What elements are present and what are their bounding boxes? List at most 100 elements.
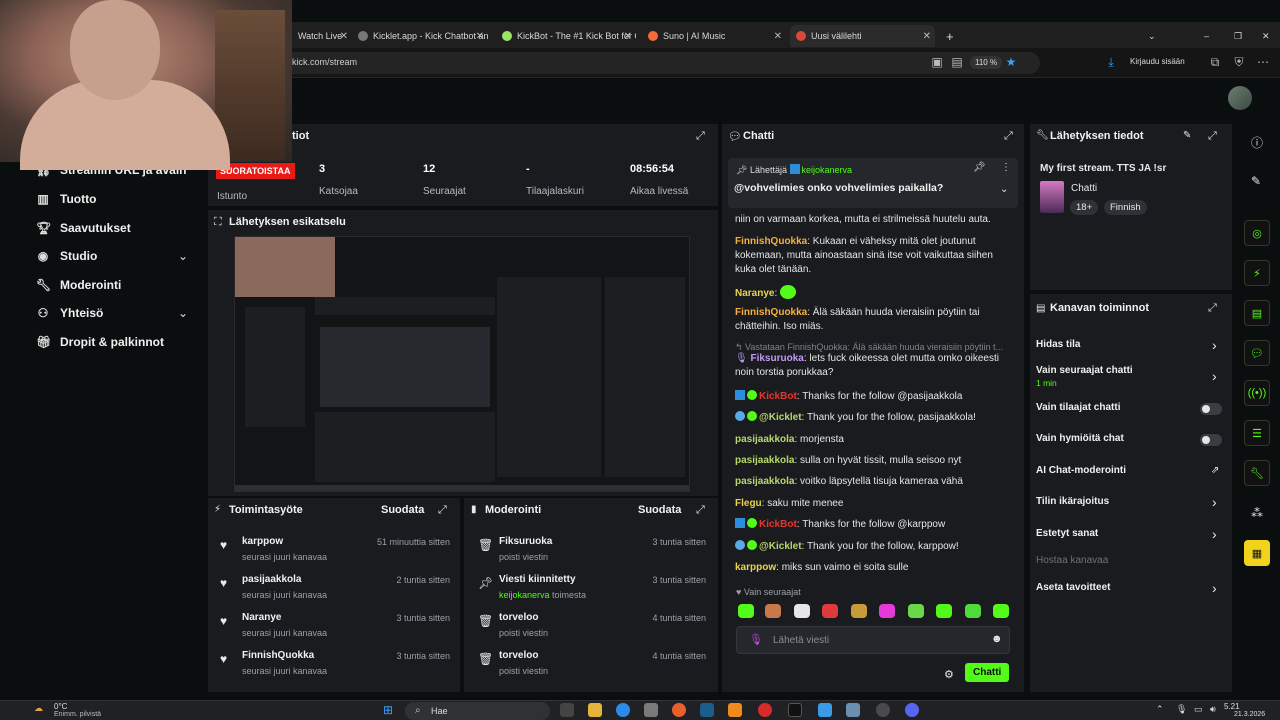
nav-moderation[interactable]: 🔧︎ Moderointi [36, 278, 121, 292]
unpin-icon[interactable]: 📌︎ [973, 162, 986, 173]
chevron-right-icon[interactable]: › [1212, 526, 1217, 542]
discord-icon[interactable] [905, 703, 919, 717]
emote-icon[interactable] [765, 604, 781, 618]
close-icon[interactable]: ✕ [774, 31, 782, 42]
opera-icon[interactable] [758, 703, 772, 717]
microphone-icon[interactable]: 🎙︎ [749, 633, 763, 646]
close-icon[interactable]: ✕ [624, 31, 632, 42]
chevron-down-icon[interactable]: ⌄ [1000, 184, 1008, 195]
store-icon[interactable] [644, 703, 658, 717]
emote-icon[interactable] [879, 604, 895, 618]
gear-icon[interactable]: ⚙ [944, 668, 954, 681]
set-goals-item[interactable]: Aseta tavoitteet [1036, 582, 1110, 593]
screenshot-icon[interactable]: ▣ [930, 55, 944, 69]
new-tab-button[interactable]: + [940, 25, 960, 47]
activity-user[interactable]: FinnishQuokka [242, 650, 314, 661]
bolt-icon[interactable]: ⚡︎ [1244, 260, 1270, 286]
clock-time[interactable]: 5.21 [1224, 702, 1240, 711]
subscribers-only-toggle[interactable] [1200, 403, 1222, 415]
list-icon[interactable]: ☰ [1244, 420, 1270, 446]
nav-studio[interactable]: ◉ Studio [36, 249, 98, 263]
broadcast-icon[interactable]: ((•)) [1244, 380, 1270, 406]
shield-icon[interactable]: ⛨ [1232, 55, 1246, 69]
edge-icon[interactable] [616, 703, 630, 717]
tray-chevron-icon[interactable]: ⌃ [1156, 704, 1164, 715]
extensions-icon[interactable]: ⧉ [1208, 55, 1222, 69]
emote-icon[interactable] [965, 604, 981, 618]
browser-tab[interactable]: Watch Live ✕ [292, 25, 352, 47]
file-explorer-icon[interactable] [588, 703, 602, 717]
moderation-user[interactable]: torveloo [499, 612, 538, 623]
wrench-icon[interactable]: 🔧︎ [1244, 460, 1270, 486]
edit-icon[interactable]: ✎ [1183, 130, 1191, 141]
url-input[interactable] [280, 52, 1040, 74]
document-icon[interactable]: ▤ [1244, 300, 1270, 326]
close-icon[interactable]: ✕ [923, 31, 931, 42]
nav-revenue[interactable]: ▥ Tuotto [36, 192, 96, 206]
edit-icon[interactable]: ✎ [1251, 174, 1261, 188]
nav-drops[interactable]: 🎁︎ Dropit & palkinnot [36, 335, 164, 349]
microphone-icon[interactable]: 🎙︎ [1176, 704, 1187, 715]
paint-icon[interactable] [818, 703, 832, 717]
chevron-right-icon[interactable]: › [1212, 368, 1217, 384]
window-close-icon[interactable]: ✕ [1256, 25, 1272, 47]
emote-icon[interactable] [794, 604, 810, 618]
camera-icon[interactable]: ◎ [1244, 220, 1270, 246]
firefox-icon[interactable] [672, 703, 686, 717]
stream-preview-video[interactable] [234, 236, 690, 492]
vlc-icon[interactable] [728, 703, 742, 717]
user-avatar[interactable] [1228, 86, 1252, 110]
expand-icon[interactable]: ⤢ [1004, 130, 1013, 143]
taskbar-search[interactable]: ⌕ Hae [405, 702, 550, 720]
emote-icon[interactable] [822, 604, 838, 618]
emote-icon[interactable] [993, 604, 1009, 618]
volume-icon[interactable]: 🔊︎ [1210, 704, 1216, 715]
chat-input[interactable]: 🎙︎ Lähetä viesti ☻ [736, 626, 1010, 654]
favorite-star-icon[interactable]: ★ [1004, 55, 1018, 69]
activity-filter[interactable]: Suodata [381, 504, 424, 516]
clips-icon[interactable]: ▦ [1244, 540, 1270, 566]
activity-user[interactable]: Naranye [242, 612, 281, 623]
expand-icon[interactable]: ⤢ [1208, 302, 1217, 315]
download-icon[interactable]: ⤓ [1104, 55, 1118, 69]
tab-list-icon[interactable]: ⌄ [1142, 25, 1158, 47]
maximize-icon[interactable]: ❐ [1228, 25, 1244, 47]
chevron-right-icon[interactable]: › [1212, 580, 1217, 596]
browser-tab[interactable]: Suno | AI Music ✕ [642, 25, 786, 47]
chevron-down-icon[interactable]: ⌄ [178, 306, 188, 320]
browser-tab-active[interactable]: Uusi välilehti ✕ [790, 25, 935, 47]
emoji-icon[interactable]: ☻ [991, 633, 1003, 645]
moderation-user[interactable]: Viesti kiinnitetty [499, 574, 576, 585]
info-icon[interactable]: ⓘ [1251, 134, 1263, 151]
emote-icon[interactable] [738, 604, 754, 618]
expand-icon[interactable]: ⤢ [1208, 130, 1217, 143]
chevron-right-icon[interactable]: › [1212, 337, 1217, 353]
activity-user[interactable]: karppow [242, 536, 283, 547]
steam-icon[interactable] [700, 703, 714, 717]
moderation-filter[interactable]: Suodata [638, 504, 681, 516]
photos-icon[interactable] [846, 703, 860, 717]
category-name[interactable]: Chatti [1071, 183, 1097, 194]
emote-only-toggle[interactable] [1200, 434, 1222, 446]
share-icon[interactable]: ⁂ [1251, 506, 1263, 520]
followers-only-item[interactable]: Vain seuraajat chatti [1036, 365, 1133, 376]
pinned-message[interactable]: 📌︎ Lähettäjä keijokanerva @vohvelimies o… [728, 158, 1018, 208]
minimize-icon[interactable]: – [1198, 25, 1214, 47]
obs-icon[interactable] [876, 703, 890, 717]
chevron-right-icon[interactable]: › [1212, 494, 1217, 510]
activity-user[interactable]: pasijaakkola [242, 574, 301, 585]
windows-start-icon[interactable]: ⊞ [383, 703, 393, 717]
more-icon[interactable]: ⋮ [1001, 162, 1011, 173]
ai-moderation-item[interactable]: AI Chat-moderointi [1036, 465, 1126, 476]
emote-icon[interactable] [851, 604, 867, 618]
age-restriction-item[interactable]: Tilin ikärajoitus [1036, 496, 1109, 507]
expand-icon[interactable]: ⤢ [696, 130, 705, 143]
task-view-icon[interactable] [560, 703, 574, 717]
nav-achievements[interactable]: 🏆︎ Saavutukset [36, 221, 131, 235]
browser-tab[interactable]: KickBot - The #1 Kick Bot for Cl ✕ [496, 25, 636, 47]
close-icon[interactable]: ✕ [340, 31, 348, 42]
emote-icon[interactable] [908, 604, 924, 618]
external-link-icon[interactable]: ⇗ [1211, 465, 1219, 476]
zoom-level[interactable]: 110 % [970, 56, 1003, 69]
expand-icon[interactable]: ⤢ [696, 504, 705, 517]
